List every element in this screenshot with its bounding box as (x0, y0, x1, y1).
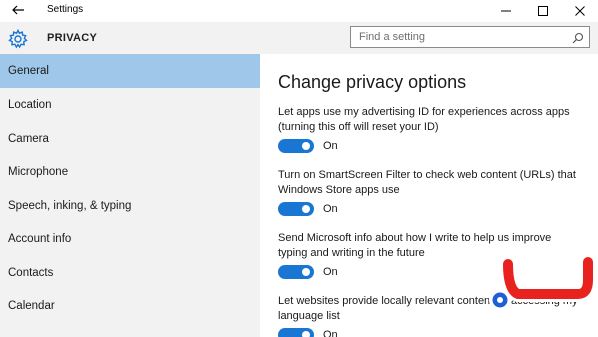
language-list-toggle[interactable] (278, 328, 314, 337)
toggle-knob (302, 268, 310, 276)
sidebar-item-microphone[interactable]: Microphone (0, 155, 260, 189)
sidebar-item-general[interactable]: General (0, 54, 260, 88)
sidebar-item-contacts[interactable]: Contacts (0, 256, 260, 290)
toggle-knob (302, 331, 310, 337)
typing-info-toggle[interactable] (278, 265, 314, 279)
toggle-state-label: On (323, 329, 338, 337)
sidebar-item-camera[interactable]: Camera (0, 122, 260, 156)
toggle-knob (302, 205, 310, 213)
advertising-id-toggle[interactable] (278, 139, 314, 153)
toggle-state-label: On (323, 203, 338, 215)
title-bar: Settings (0, 0, 598, 22)
sidebar-item-location[interactable]: Location (0, 88, 260, 122)
privacy-header: PRIVACY (0, 22, 598, 54)
close-icon[interactable] (565, 0, 595, 22)
maximize-icon[interactable] (528, 0, 558, 22)
advertising-id-toggle-row: On (278, 138, 338, 154)
search-input[interactable] (351, 27, 566, 47)
advertising-id-description: Let apps use my advertising ID for exper… (278, 106, 570, 133)
typing-info-toggle-row: On (278, 264, 338, 280)
content-title: Change privacy options (278, 72, 467, 92)
sidebar-item-speech-inking-typing[interactable]: Speech, inking, & typing (0, 189, 260, 223)
smartscreen-toggle-row: On (278, 201, 338, 217)
smartscreen-description: Turn on SmartScreen Filter to check web … (278, 169, 576, 196)
toggle-state-label: On (323, 140, 338, 152)
sidebar-item-account-info[interactable]: Account info (0, 222, 260, 256)
window-title: Settings (47, 4, 84, 15)
search-icon[interactable] (572, 31, 584, 44)
smartscreen-toggle[interactable] (278, 202, 314, 216)
minimize-icon[interactable] (491, 0, 521, 22)
back-arrow-icon[interactable] (10, 2, 26, 18)
gear-icon (8, 28, 28, 49)
toggle-knob (302, 142, 310, 150)
page-title: PRIVACY (47, 32, 98, 44)
watermark-logo (478, 250, 598, 320)
search-box[interactable] (350, 26, 590, 48)
language-list-toggle-row: On (278, 327, 338, 337)
toggle-state-label: On (323, 266, 338, 278)
sidebar-item-calendar[interactable]: Calendar (0, 289, 260, 323)
sidebar: General Location Camera Microphone Speec… (0, 54, 260, 337)
